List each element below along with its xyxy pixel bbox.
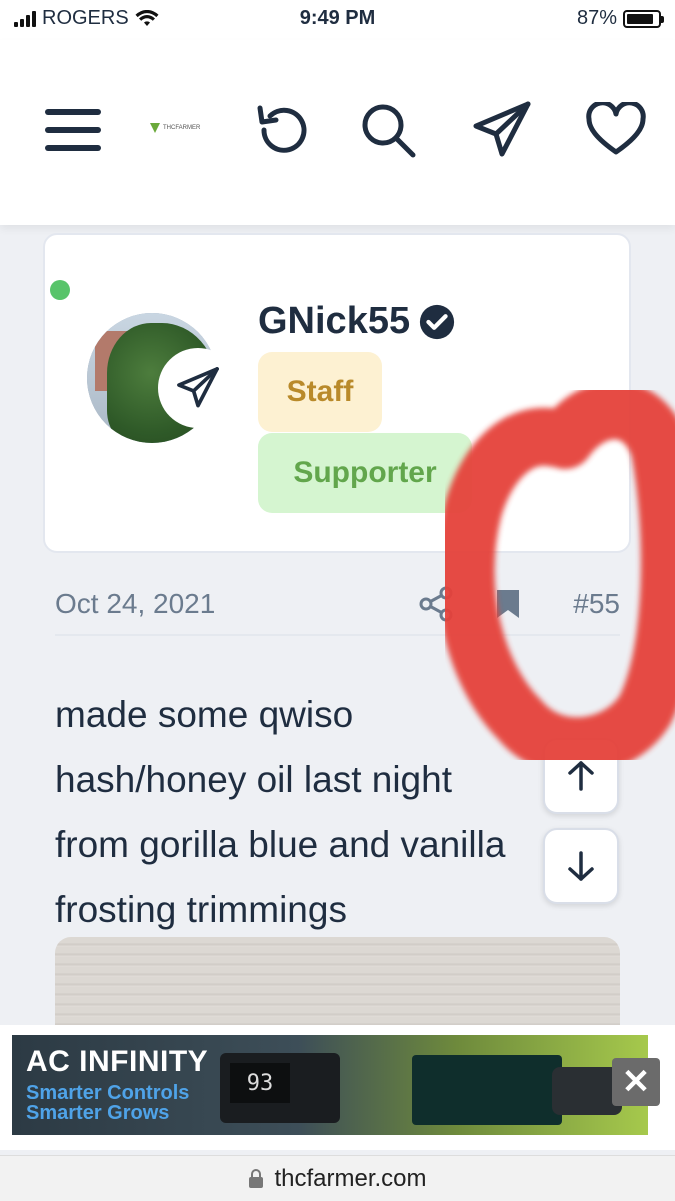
verified-icon <box>419 304 455 339</box>
scroll-up-button[interactable] <box>543 738 619 814</box>
username-link[interactable]: GNick55 <box>258 300 456 343</box>
post-line: made some qwiso <box>55 694 354 735</box>
refresh-button[interactable] <box>252 100 312 160</box>
search-icon <box>362 104 416 158</box>
share-icon[interactable] <box>418 586 454 622</box>
bookmark-icon[interactable] <box>495 588 521 620</box>
online-indicator <box>50 280 70 300</box>
controller-display: 93 <box>230 1063 290 1103</box>
battery-group: 87% <box>576 7 664 30</box>
meta-divider <box>55 634 620 636</box>
arrow-up-icon <box>568 761 594 791</box>
alerts-button[interactable] <box>586 100 646 160</box>
ad-title: AC INFINITY <box>26 1045 209 1078</box>
ad-close-button[interactable]: ✕ <box>612 1058 660 1106</box>
scroll-down-button[interactable] <box>543 828 619 904</box>
battery-percent: 87% <box>576 7 617 29</box>
staff-badge: Staff <box>258 352 382 432</box>
url-bar[interactable]: thcfarmer.com <box>0 1155 675 1201</box>
send-icon <box>473 101 531 157</box>
battery-icon <box>623 9 664 28</box>
clock: 9:49 PM <box>299 7 376 29</box>
leaf-icon <box>150 123 160 133</box>
send-icon <box>177 367 219 408</box>
post-line: hash/honey oil last night <box>55 759 452 800</box>
logo-text: THCFARMER <box>163 125 201 131</box>
post-image[interactable] <box>55 937 620 1037</box>
site-header: THCFARMER <box>0 40 675 225</box>
controller-image: 93 <box>220 1053 340 1123</box>
ad-tagline-line: Smarter Grows <box>26 1102 170 1124</box>
site-logo[interactable]: THCFARMER <box>150 123 200 133</box>
post-meta: Oct 24, 2021 #55 <box>55 580 620 630</box>
close-icon: ✕ <box>621 1063 651 1101</box>
status-bar: ROGERS 9:49 PM 87% <box>0 0 675 40</box>
search-button[interactable] <box>358 100 418 160</box>
menu-icon <box>45 109 101 151</box>
lock-icon <box>249 1168 264 1188</box>
message-user-button[interactable] <box>158 348 238 428</box>
url-domain: thcfarmer.com <box>274 1164 427 1192</box>
conversations-button[interactable] <box>472 100 532 160</box>
ad-tagline-line: Smarter Controls <box>26 1082 190 1104</box>
post-line: from gorilla blue and vanilla <box>55 824 506 865</box>
supporter-badge: Supporter <box>258 433 472 513</box>
arrow-down-icon <box>568 851 594 881</box>
heart-icon <box>586 102 646 155</box>
username: GNick55 <box>258 300 411 342</box>
post-date[interactable]: Oct 24, 2021 <box>55 588 215 620</box>
post-line: frosting trimmings <box>55 889 347 930</box>
fan-image <box>412 1055 562 1125</box>
post-body: made some qwiso hash/honey oil last nigh… <box>55 682 615 942</box>
refresh-icon <box>257 105 307 153</box>
ad-tagline: Smarter Controls Smarter Grows <box>26 1083 189 1123</box>
ad-banner[interactable]: AC INFINITY Smarter Controls Smarter Gro… <box>12 1035 648 1135</box>
menu-button[interactable] <box>43 100 103 160</box>
post-number[interactable]: #55 <box>573 588 620 620</box>
